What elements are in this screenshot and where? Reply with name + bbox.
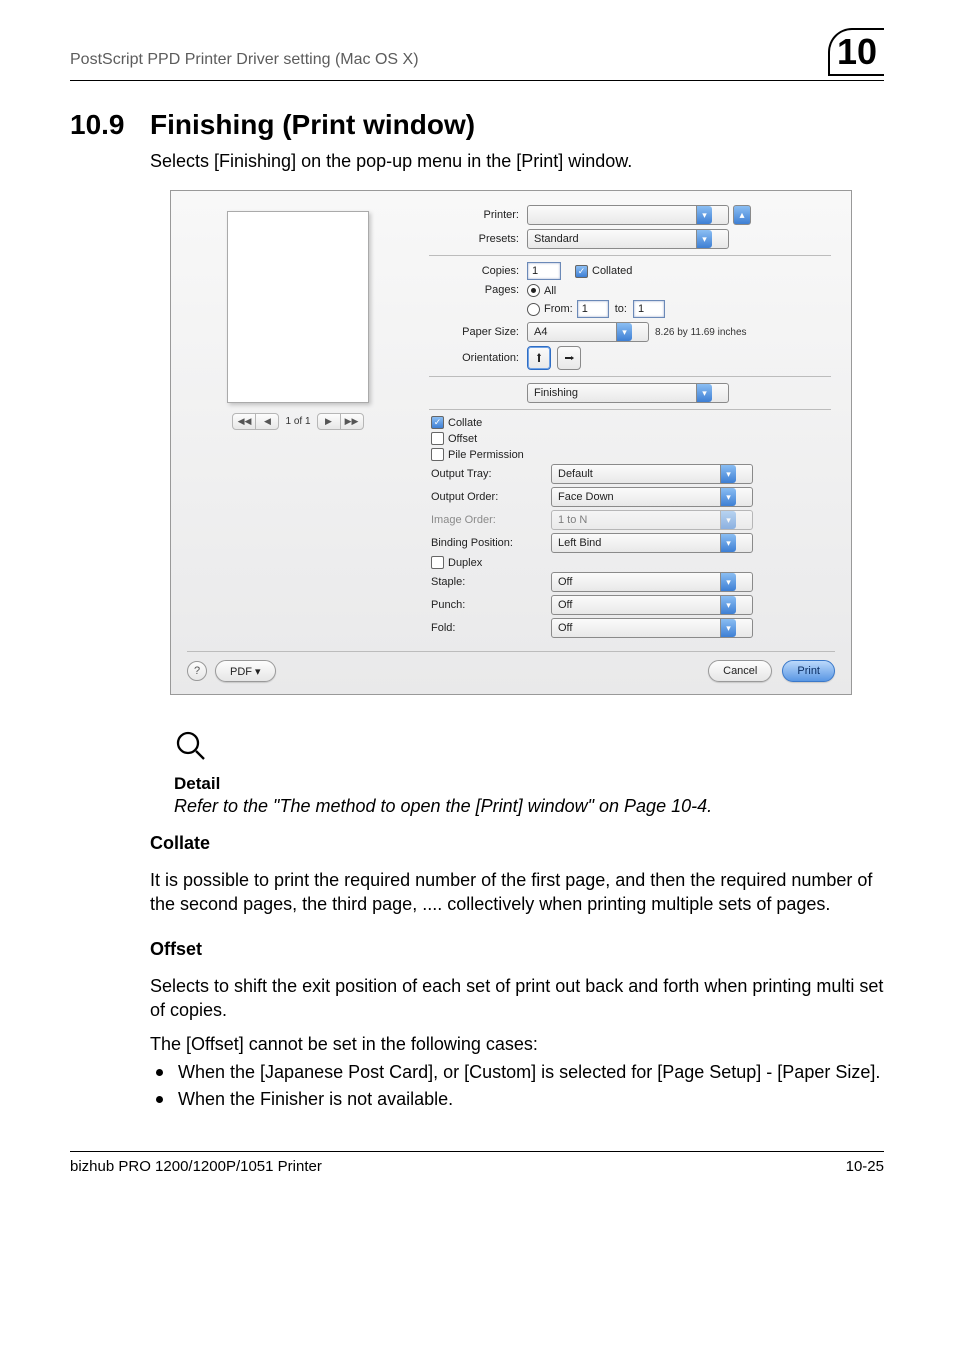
finishing-pile-checkbox[interactable] bbox=[431, 448, 444, 461]
output-tray-label: Output Tray: bbox=[431, 468, 551, 480]
section-title: Finishing (Print window) bbox=[150, 109, 475, 141]
duplex-label: Duplex bbox=[448, 557, 482, 569]
help-button[interactable]: ? bbox=[187, 661, 207, 681]
finishing-offset-checkbox[interactable] bbox=[431, 432, 444, 445]
magnifier-icon bbox=[174, 729, 208, 763]
chevron-down-icon: ▾ bbox=[720, 596, 736, 614]
offset-text-1: Selects to shift the exit position of ea… bbox=[150, 974, 884, 1023]
chevron-down-icon: ▾ bbox=[720, 573, 736, 591]
section-heading: 10.9 Finishing (Print window) bbox=[70, 109, 884, 141]
list-item: When the [Japanese Post Card], or [Custo… bbox=[150, 1060, 884, 1084]
chevron-down-icon: ▾ bbox=[720, 488, 736, 506]
presets-select[interactable]: Standard▾ bbox=[527, 229, 729, 249]
list-item: When the Finisher is not available. bbox=[150, 1087, 884, 1111]
pages-from-radio[interactable] bbox=[527, 303, 540, 316]
chapter-number: 10 bbox=[837, 31, 877, 73]
copies-label: Copies: bbox=[429, 265, 527, 277]
printer-info-button[interactable]: ▴ bbox=[733, 205, 751, 225]
pages-to-label: to: bbox=[615, 303, 627, 315]
finishing-pile-label: Pile Permission bbox=[448, 449, 524, 461]
print-button[interactable]: Print bbox=[782, 660, 835, 682]
orientation-label: Orientation: bbox=[429, 352, 527, 364]
chevron-down-icon: ▾ bbox=[720, 534, 736, 552]
pager-label: 1 of 1 bbox=[285, 416, 310, 427]
offset-bullet-list: When the [Japanese Post Card], or [Custo… bbox=[150, 1060, 884, 1111]
collate-heading: Collate bbox=[150, 833, 884, 854]
pages-from-label: From: bbox=[544, 303, 573, 315]
chevron-down-icon: ▾ bbox=[720, 511, 736, 529]
chevron-down-icon: ▾ bbox=[720, 619, 736, 637]
chevron-down-icon: ▾ bbox=[696, 206, 712, 224]
binding-position-select[interactable]: Left Bind▾ bbox=[551, 533, 753, 553]
pdf-menu-button[interactable]: PDF ▾ bbox=[215, 660, 276, 682]
page-header: PostScript PPD Printer Driver setting (M… bbox=[70, 28, 884, 81]
finishing-panel: Collate Offset Pile Permission Output Tr… bbox=[429, 416, 831, 638]
image-order-select: 1 to N▾ bbox=[551, 510, 753, 530]
cancel-button[interactable]: Cancel bbox=[708, 660, 772, 682]
fold-label: Fold: bbox=[431, 622, 551, 634]
chevron-down-icon: ▾ bbox=[616, 323, 632, 341]
detail-text: Refer to the "The method to open the [Pr… bbox=[174, 796, 884, 817]
punch-label: Punch: bbox=[431, 599, 551, 611]
collated-label: Collated bbox=[592, 265, 632, 277]
finishing-collate-checkbox[interactable] bbox=[431, 416, 444, 429]
preview-pager: ◀◀◀ 1 of 1 ▶▶▶ bbox=[232, 413, 363, 430]
print-dialog: ◀◀◀ 1 of 1 ▶▶▶ Printer: ▾ ▴ bbox=[170, 190, 852, 695]
pages-all-label: All bbox=[544, 285, 556, 297]
page-footer: bizhub PRO 1200/1200P/1051 Printer 10-25 bbox=[70, 1151, 884, 1175]
chapter-badge: 10 bbox=[828, 28, 884, 76]
footer-pagenum: 10-25 bbox=[846, 1158, 884, 1175]
orientation-landscape-button[interactable]: ⬆︎ bbox=[557, 346, 581, 370]
pages-from-input[interactable]: 1 bbox=[577, 300, 609, 318]
binding-position-label: Binding Position: bbox=[431, 537, 551, 549]
detail-heading: Detail bbox=[174, 774, 884, 794]
staple-select[interactable]: Off▾ bbox=[551, 572, 753, 592]
breadcrumb: PostScript PPD Printer Driver setting (M… bbox=[70, 51, 828, 69]
finishing-offset-label: Offset bbox=[448, 433, 477, 445]
orientation-portrait-button[interactable]: ⬆︎ bbox=[527, 346, 551, 370]
chevron-down-icon: ▾ bbox=[696, 384, 712, 402]
offset-text-2: The [Offset] cannot be set in the follow… bbox=[150, 1032, 884, 1056]
output-order-label: Output Order: bbox=[431, 491, 551, 503]
pages-label: Pages: bbox=[429, 284, 527, 296]
punch-select[interactable]: Off▾ bbox=[551, 595, 753, 615]
chevron-down-icon: ▾ bbox=[720, 465, 736, 483]
printer-select[interactable]: ▾ bbox=[527, 205, 729, 225]
page-preview bbox=[227, 211, 369, 403]
section-subtitle: Selects [Finishing] on the pop-up menu i… bbox=[150, 151, 884, 172]
duplex-checkbox[interactable] bbox=[431, 556, 444, 569]
collate-text: It is possible to print the required num… bbox=[150, 868, 884, 917]
papersize-label: Paper Size: bbox=[429, 326, 527, 338]
papersize-note: 8.26 by 11.69 inches bbox=[655, 327, 747, 338]
copies-input[interactable]: 1 bbox=[527, 262, 561, 280]
staple-label: Staple: bbox=[431, 576, 551, 588]
fold-select[interactable]: Off▾ bbox=[551, 618, 753, 638]
presets-label: Presets: bbox=[429, 233, 527, 245]
image-order-label: Image Order: bbox=[431, 514, 551, 526]
output-tray-select[interactable]: Default▾ bbox=[551, 464, 753, 484]
pager-prev-group[interactable]: ◀◀◀ bbox=[232, 413, 279, 430]
detail-callout: Detail Refer to the "The method to open … bbox=[174, 729, 884, 817]
settings-panel-select[interactable]: Finishing▾ bbox=[527, 383, 729, 403]
collated-checkbox[interactable] bbox=[575, 265, 588, 278]
pages-to-input[interactable]: 1 bbox=[633, 300, 665, 318]
papersize-select[interactable]: A4▾ bbox=[527, 322, 649, 342]
section-number: 10.9 bbox=[70, 109, 150, 141]
finishing-collate-label: Collate bbox=[448, 417, 482, 429]
pages-all-radio[interactable] bbox=[527, 284, 540, 297]
footer-product: bizhub PRO 1200/1200P/1051 Printer bbox=[70, 1158, 322, 1175]
chevron-down-icon: ▾ bbox=[696, 230, 712, 248]
output-order-select[interactable]: Face Down▾ bbox=[551, 487, 753, 507]
printer-label: Printer: bbox=[429, 209, 527, 221]
pager-next-group[interactable]: ▶▶▶ bbox=[317, 413, 364, 430]
offset-heading: Offset bbox=[150, 939, 884, 960]
